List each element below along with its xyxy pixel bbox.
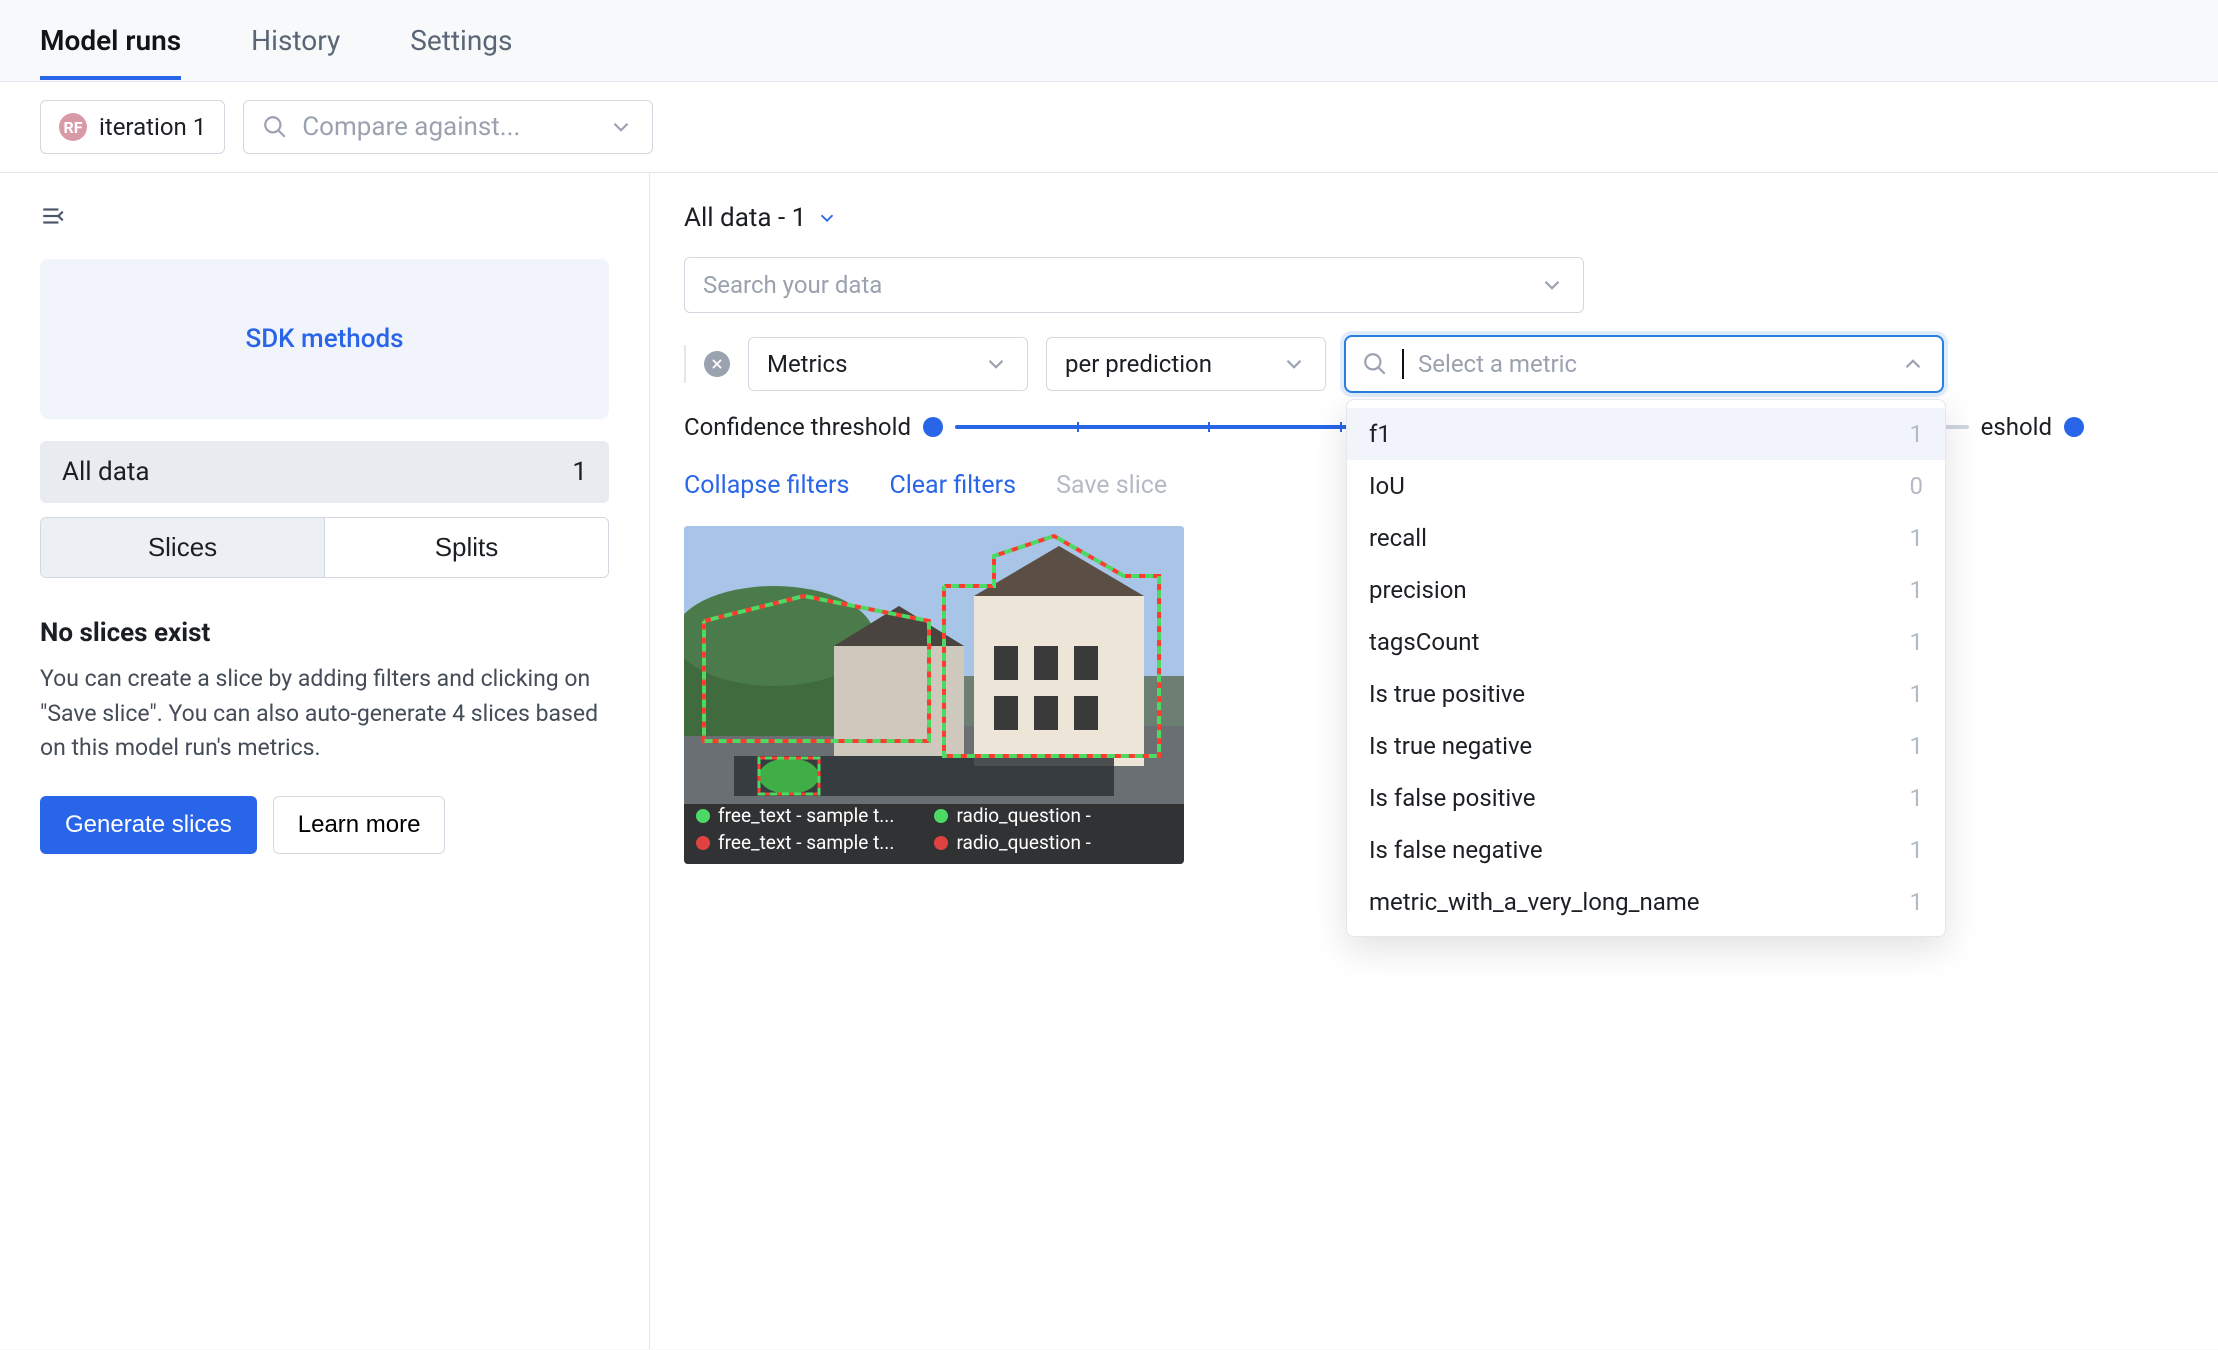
metrics-label: Metrics — [767, 350, 847, 378]
metric-option-name: f1 — [1369, 420, 1391, 448]
metric-option-name: metric_with_a_very_long_name — [1369, 888, 1700, 916]
chevron-down-icon — [1281, 351, 1307, 377]
top-nav: Model runs History Settings — [0, 0, 2218, 82]
metric-option[interactable]: precision 1 — [1347, 564, 1945, 616]
metric-option[interactable]: Is true positive 1 — [1347, 668, 1945, 720]
slice-actions: Generate slices Learn more — [40, 796, 609, 854]
per-prediction-select[interactable]: per prediction — [1046, 337, 1326, 391]
slices-splits-segment: Slices Splits — [40, 517, 609, 578]
metric-option[interactable]: IoU 0 — [1347, 460, 1945, 512]
sdk-methods-card[interactable]: SDK methods — [40, 259, 609, 419]
filter-row: Metrics per prediction Select a metric f… — [684, 335, 2184, 393]
metric-option-count: 0 — [1910, 472, 1924, 500]
thumbnail-labels: free_text - sample t... radio_question -… — [696, 800, 1172, 854]
search-placeholder: Search your data — [703, 271, 882, 299]
left-panel: SDK methods All data 1 Slices Splits No … — [0, 173, 650, 1349]
all-data-count: 1 — [572, 457, 587, 487]
slider-handle-left[interactable] — [923, 417, 943, 437]
sdk-methods-label: SDK methods — [245, 324, 403, 354]
metric-option-name: precision — [1369, 576, 1467, 604]
no-slices-heading: No slices exist — [40, 618, 609, 648]
status-dot-red — [696, 836, 710, 850]
select-metric-combobox[interactable]: Select a metric f1 1 IoU 0 recall 1 — [1344, 335, 1944, 393]
metric-option[interactable]: metric_with_a_very_long_name 1 — [1347, 876, 1945, 928]
thumb-label: free_text - sample t... — [718, 831, 894, 854]
iteration-avatar: RF — [59, 113, 87, 141]
sub-bar: RF iteration 1 Compare against... — [0, 82, 2218, 173]
main-panel: All data - 1 Search your data Metrics pe… — [650, 173, 2218, 1349]
search-icon — [262, 114, 288, 140]
segment-slices[interactable]: Slices — [41, 518, 325, 577]
learn-more-button[interactable]: Learn more — [273, 796, 446, 854]
generate-slices-button[interactable]: Generate slices — [40, 796, 257, 854]
metric-option-count: 1 — [1910, 888, 1924, 916]
metric-option[interactable]: Is false negative 1 — [1347, 824, 1945, 876]
collapse-filters-link[interactable]: Collapse filters — [684, 471, 849, 500]
metric-option-count: 1 — [1910, 576, 1924, 604]
metric-option-count: 1 — [1910, 628, 1924, 656]
metrics-select[interactable]: Metrics — [748, 337, 1028, 391]
threshold-label-right: eshold — [1981, 413, 2052, 441]
result-thumbnail[interactable]: free_text - sample t... radio_question -… — [684, 526, 1184, 864]
tab-settings[interactable]: Settings — [410, 24, 512, 79]
no-slices-description: You can create a slice by adding filters… — [40, 662, 609, 766]
chevron-down-icon — [983, 351, 1009, 377]
text-cursor — [1402, 349, 1404, 379]
x-icon — [710, 357, 724, 371]
iteration-label: iteration 1 — [99, 113, 206, 141]
thumb-label: radio_question - — [956, 804, 1090, 827]
tab-model-runs[interactable]: Model runs — [40, 24, 181, 79]
metric-option-name: Is false positive — [1369, 784, 1535, 812]
breadcrumb[interactable]: All data - 1 — [684, 203, 2184, 233]
metric-option-count: 1 — [1910, 732, 1924, 760]
metric-option-count: 1 — [1910, 524, 1924, 552]
compare-placeholder: Compare against... — [302, 112, 594, 142]
save-slice-link: Save slice — [1056, 471, 1167, 500]
clear-filter-icon[interactable] — [704, 351, 730, 377]
tab-history[interactable]: History — [251, 24, 340, 79]
chevron-down-icon — [1539, 272, 1565, 298]
collapse-panel-button[interactable] — [40, 203, 609, 235]
search-data-input[interactable]: Search your data — [684, 257, 1584, 313]
breadcrumb-label: All data - 1 — [684, 203, 806, 233]
metric-option-name: Is true negative — [1369, 732, 1532, 760]
metric-option-count: 1 — [1910, 420, 1924, 448]
chevron-down-icon — [816, 207, 838, 229]
metric-option[interactable]: f1 1 — [1347, 408, 1945, 460]
per-prediction-label: per prediction — [1065, 350, 1212, 378]
thumb-label: free_text - sample t... — [718, 804, 894, 827]
chevron-down-icon — [608, 114, 634, 140]
metric-option-count: 1 — [1910, 680, 1924, 708]
chevron-up-icon — [1900, 351, 1926, 377]
clear-filters-link[interactable]: Clear filters — [889, 471, 1016, 500]
all-data-label: All data — [62, 457, 150, 487]
all-data-row[interactable]: All data 1 — [40, 441, 609, 503]
metric-option-name: tagsCount — [1369, 628, 1479, 656]
metric-option-name: Is true positive — [1369, 680, 1525, 708]
metric-option[interactable]: Is false positive 1 — [1347, 772, 1945, 824]
collapse-icon — [40, 203, 66, 229]
metric-option-count: 1 — [1910, 836, 1924, 864]
select-metric-placeholder: Select a metric — [1418, 350, 1886, 378]
metric-option[interactable]: tagsCount 1 — [1347, 616, 1945, 668]
metric-option-name: Is false negative — [1369, 836, 1543, 864]
metric-option[interactable]: Is true negative 1 — [1347, 720, 1945, 772]
compare-against-select[interactable]: Compare against... — [243, 100, 653, 154]
iteration-chip[interactable]: RF iteration 1 — [40, 100, 225, 154]
metric-option-count: 1 — [1910, 784, 1924, 812]
separator — [684, 345, 686, 383]
metric-option[interactable]: recall 1 — [1347, 512, 1945, 564]
metric-dropdown: f1 1 IoU 0 recall 1 precision 1 — [1346, 399, 1946, 937]
status-dot-red — [934, 836, 948, 850]
metric-option-name: IoU — [1369, 472, 1405, 500]
segment-splits[interactable]: Splits — [325, 518, 608, 577]
status-dot-green — [934, 809, 948, 823]
status-dot-green — [696, 809, 710, 823]
thumb-label: radio_question - — [956, 831, 1090, 854]
metric-option-name: recall — [1369, 524, 1427, 552]
slider-handle-right[interactable] — [2064, 417, 2084, 437]
search-icon — [1362, 351, 1388, 377]
threshold-label-left: Confidence threshold — [684, 413, 911, 441]
